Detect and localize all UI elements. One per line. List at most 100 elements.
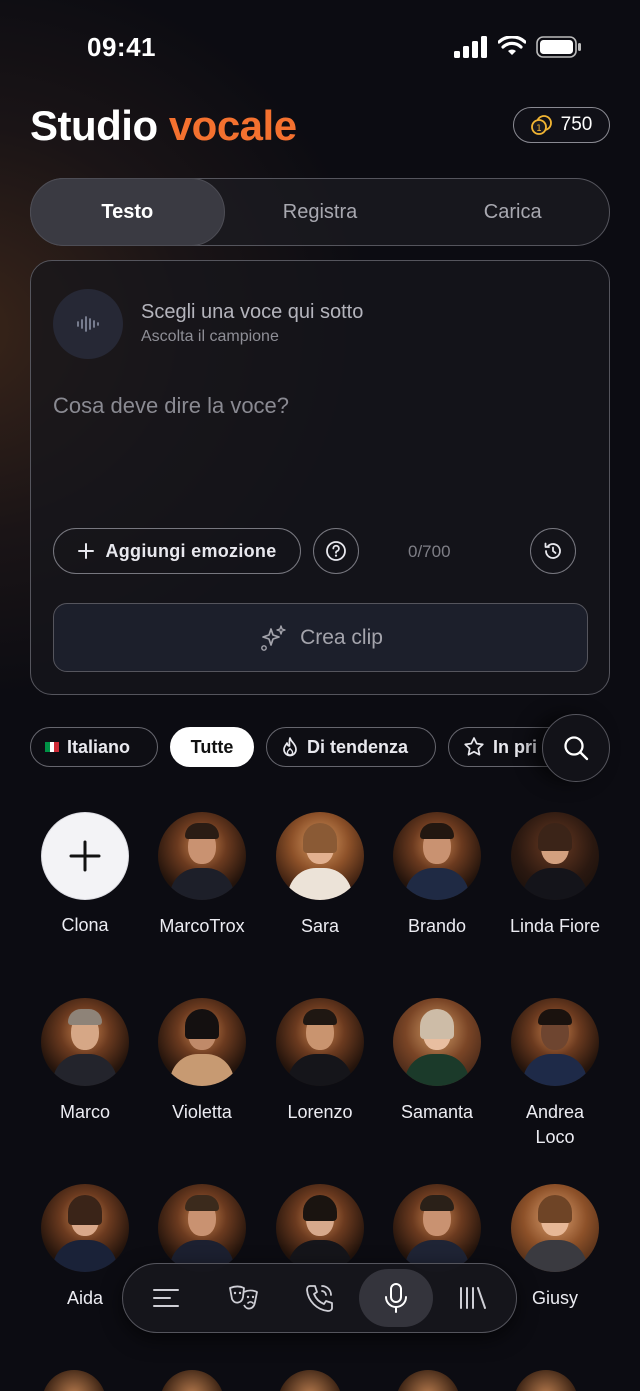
filter-chip-featured[interactable]: In pri (448, 727, 550, 767)
clone-button[interactable] (42, 813, 128, 899)
menu-icon (153, 1289, 179, 1307)
text-composer: Scegli una voce qui sotto Ascolta il cam… (30, 260, 610, 695)
voice-filter-chips: Italiano Tutte Di tendenza In pri (30, 727, 550, 769)
italy-flag-icon (45, 742, 60, 752)
voice-card[interactable] (147, 1184, 257, 1272)
avatar (393, 998, 481, 1086)
flame-icon (283, 737, 297, 757)
wifi-icon (498, 36, 526, 55)
help-button[interactable] (313, 528, 359, 574)
selected-voice-avatar[interactable] (53, 289, 123, 359)
voice-card[interactable] (265, 1184, 375, 1272)
avatar (158, 812, 246, 900)
nav-menu[interactable] (129, 1269, 203, 1327)
tab-registra[interactable]: Registra (224, 179, 417, 245)
voice-name: MarcoTrox (159, 916, 245, 936)
masks-icon (228, 1285, 258, 1310)
script-input[interactable] (53, 393, 583, 503)
selected-voice-title: Scegli una voce qui sotto (141, 301, 364, 323)
credits-badge[interactable]: 1 750 (513, 107, 610, 143)
plus-icon (69, 840, 101, 872)
voice-card[interactable]: Marco (30, 998, 140, 1125)
add-emotion-label: Aggiungi emozione (105, 540, 277, 561)
cellular-signal-icon (454, 36, 487, 58)
avatar (511, 998, 599, 1086)
clone-voice-card[interactable]: Clona (30, 813, 140, 938)
page-title: Studio vocale (30, 102, 297, 150)
bottom-navigation (122, 1263, 517, 1333)
avatar (393, 1184, 481, 1272)
coins-icon: 1 (530, 115, 552, 135)
nav-studio[interactable] (359, 1269, 434, 1327)
avatar (276, 812, 364, 900)
star-icon (464, 737, 484, 756)
battery-icon (536, 36, 581, 58)
avatar (276, 1184, 364, 1272)
avatar (514, 1370, 578, 1391)
voice-name: Violetta (172, 1102, 232, 1122)
microphone-icon (385, 1283, 408, 1313)
voice-name: Marco (59, 1102, 110, 1122)
create-clip-button[interactable]: Crea clip (53, 603, 588, 672)
filter-chip-trending-label: Di tendenza (307, 736, 409, 757)
voice-name: Brando (407, 916, 467, 936)
history-button[interactable] (530, 528, 576, 574)
sparkles-icon (261, 624, 286, 651)
avatar (278, 1370, 342, 1391)
status-bar: 09:41 (0, 0, 640, 90)
nav-calls[interactable] (283, 1269, 357, 1327)
filter-chip-featured-label: In pri (493, 736, 537, 757)
avatar (160, 1370, 224, 1391)
avatar (41, 1184, 129, 1272)
filter-chip-all[interactable]: Tutte (170, 727, 254, 767)
help-icon (326, 541, 346, 561)
voice-card[interactable]: Samanta (382, 998, 492, 1125)
nav-characters[interactable] (206, 1269, 280, 1327)
selected-voice-subtitle[interactable]: Ascolta il campione (141, 328, 279, 346)
voice-card[interactable]: MarcoTrox (147, 812, 257, 939)
tab-testo[interactable]: Testo (30, 178, 225, 246)
voice-card[interactable] (382, 1184, 492, 1272)
avatar (511, 812, 599, 900)
avatar (276, 998, 364, 1086)
character-counter: 0/700 (408, 542, 451, 561)
voice-card[interactable]: Lorenzo (265, 998, 375, 1125)
svg-text:1: 1 (536, 124, 542, 134)
avatar (158, 1184, 246, 1272)
avatar (158, 998, 246, 1086)
language-chip[interactable]: Italiano (30, 727, 158, 767)
voice-name: Linda Fiore (509, 916, 601, 936)
page-title-main: Studio (30, 102, 158, 149)
create-clip-label: Crea clip (300, 625, 383, 649)
mode-tabs: Testo Registra Carica (30, 178, 610, 246)
plus-icon (78, 543, 95, 559)
search-button[interactable] (542, 714, 610, 782)
avatar (393, 812, 481, 900)
voice-name: Lorenzo (287, 1102, 353, 1122)
avatar (41, 998, 129, 1086)
tab-carica[interactable]: Carica (416, 179, 609, 245)
voice-name: Clona (61, 915, 109, 935)
avatar (42, 1370, 106, 1391)
voice-name: Andrea Loco (525, 1102, 585, 1147)
phone-call-icon (305, 1285, 333, 1312)
credits-count: 750 (560, 114, 593, 135)
voice-card[interactable]: Brando (382, 812, 492, 939)
voice-name: Samanta (400, 1102, 474, 1122)
filter-chip-trending[interactable]: Di tendenza (266, 727, 436, 767)
avatar (396, 1370, 460, 1391)
page-title-accent: vocale (168, 102, 297, 149)
voice-card[interactable]: Andrea Loco (500, 998, 610, 1150)
add-emotion-button[interactable]: Aggiungi emozione (53, 528, 301, 574)
voice-card[interactable]: Sara (265, 812, 375, 939)
voice-name: Sara (300, 916, 340, 936)
search-icon (564, 736, 589, 761)
library-icon (460, 1287, 486, 1309)
nav-library[interactable] (436, 1269, 510, 1327)
status-time: 09:41 (87, 32, 156, 62)
status-icons (454, 36, 582, 58)
voice-card[interactable]: Violetta (147, 998, 257, 1125)
history-icon (544, 542, 561, 559)
voice-card[interactable]: Linda Fiore (500, 812, 610, 939)
language-chip-label: Italiano (67, 736, 131, 757)
